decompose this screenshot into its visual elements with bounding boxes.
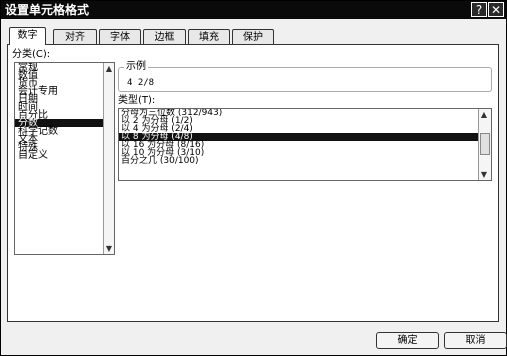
scroll-down-arrow-icon[interactable]: ▼	[479, 169, 489, 180]
category-label: 分类(C):	[12, 49, 51, 60]
format-cells-dialog: 设置单元格格式 ? ✕ 数字 对齐 字体 边框 填充 保护 分类(C): 常规 …	[0, 0, 507, 356]
scroll-down-arrow-icon[interactable]: ▼	[104, 243, 114, 254]
list-item[interactable]: 自定义	[15, 151, 114, 161]
cancel-button[interactable]: 取消	[444, 332, 507, 349]
tab-protection[interactable]: 保护	[232, 29, 274, 44]
close-button[interactable]: ✕	[488, 2, 504, 17]
sample-label: 示例	[124, 61, 148, 73]
type-label: 类型(T):	[118, 95, 156, 106]
title-bar[interactable]: 设置单元格格式 ? ✕	[1, 1, 506, 19]
category-list[interactable]: 常规 数值 货币 会计专用 日期 时间 百分比 分数 科学记数 文本 特殊 自定…	[14, 62, 115, 255]
scroll-up-arrow-icon[interactable]: ▲	[104, 63, 114, 74]
scroll-thumb[interactable]	[480, 133, 490, 155]
description-area	[118, 187, 492, 315]
sample-groupbox: 4 2/8	[118, 67, 492, 92]
list-item[interactable]: 百分之几 (30/100)	[119, 157, 491, 166]
help-button[interactable]: ?	[471, 2, 487, 17]
tab-border[interactable]: 边框	[143, 29, 186, 44]
tab-fill[interactable]: 填充	[188, 29, 230, 44]
tab-alignment[interactable]: 对齐	[53, 29, 97, 44]
tab-number[interactable]: 数字	[9, 27, 46, 45]
tab-panel-number: 分类(C): 常规 数值 货币 会计专用 日期 时间 百分比 分数 科学记数 文…	[7, 44, 499, 322]
dialog-title: 设置单元格格式	[5, 3, 90, 17]
sample-value: 4 2/8	[127, 78, 155, 88]
type-scrollbar[interactable]: ▲ ▼	[478, 109, 491, 180]
type-list[interactable]: 分母为三位数 (312/943) 以 2 为分母 (1/2) 以 4 为分母 (…	[118, 108, 492, 181]
category-scrollbar[interactable]: ▲ ▼	[103, 63, 114, 254]
tab-font[interactable]: 字体	[99, 29, 141, 44]
ok-button[interactable]: 确定	[376, 332, 439, 349]
scroll-up-arrow-icon[interactable]: ▲	[479, 109, 489, 120]
